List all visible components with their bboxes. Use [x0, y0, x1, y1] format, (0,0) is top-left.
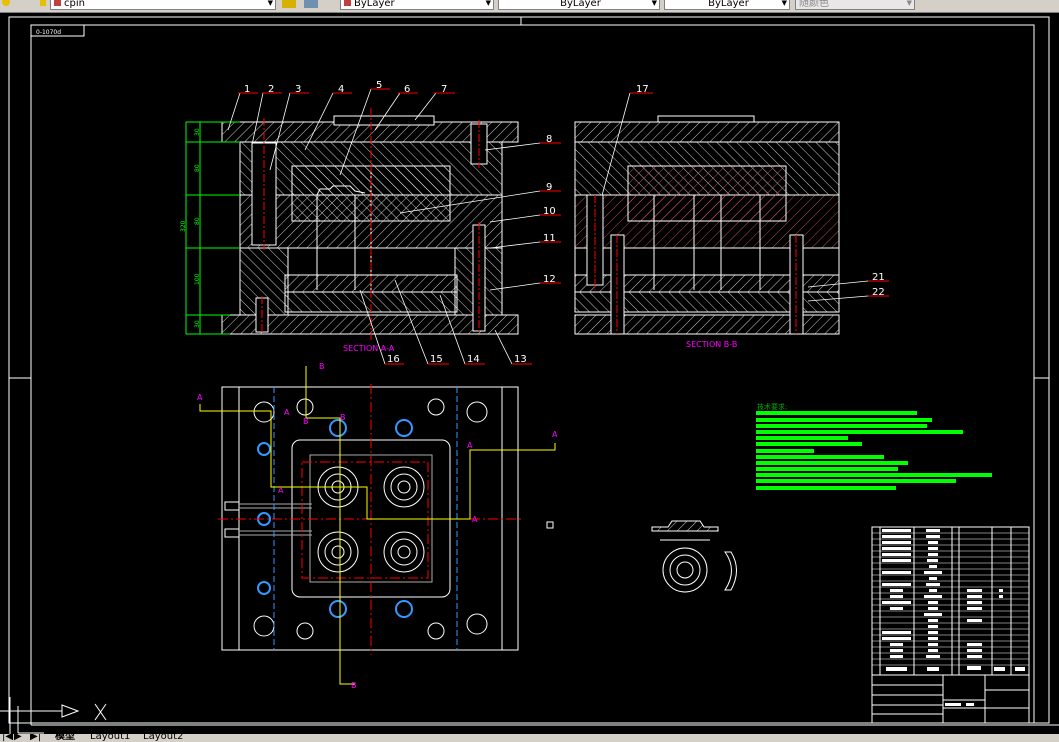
part-number: 2 — [268, 84, 274, 95]
svg-text:30: 30 — [194, 320, 201, 328]
section-a-a-view — [221, 115, 519, 335]
svg-text:B: B — [340, 413, 346, 422]
tech-requirements-title: 技术要求: — [757, 402, 787, 411]
svg-text:A: A — [197, 393, 203, 402]
part-number: 14 — [467, 354, 480, 365]
svg-text:A: A — [467, 441, 473, 450]
frame-label: 0-1070d — [36, 29, 61, 36]
ucs-icon — [0, 697, 1059, 734]
svg-text:B: B — [319, 362, 325, 371]
inner-frame — [30, 24, 1035, 724]
drawing-canvas[interactable]: 0-1070d 30 80 80 100 30 320 1 2 3 4 5 6 … — [0, 0, 1059, 734]
tab-layout2[interactable]: Layout2 — [143, 734, 183, 742]
svg-text:80: 80 — [194, 164, 201, 172]
svg-text:A: A — [278, 486, 284, 495]
tab-nav-next[interactable]: ▶ — [14, 734, 22, 742]
svg-text:320: 320 — [180, 220, 187, 232]
svg-text:30: 30 — [194, 128, 201, 136]
part-number: 9 — [546, 182, 552, 193]
title-block — [871, 526, 1030, 724]
part-number: 17 — [636, 84, 649, 95]
part-number: 10 — [543, 206, 556, 217]
part-number: 12 — [543, 274, 556, 285]
part-number: 13 — [514, 354, 527, 365]
part-number: 4 — [338, 84, 344, 95]
part-number: 7 — [441, 84, 447, 95]
svg-text:A: A — [284, 408, 290, 417]
part-number: 8 — [546, 134, 552, 145]
svg-text:A: A — [472, 515, 478, 524]
dimension-labels: 30 80 80 100 30 320 — [180, 128, 201, 328]
svg-text:B: B — [303, 417, 309, 426]
part-number: 11 — [543, 233, 556, 244]
part-number: 16 — [387, 354, 400, 365]
svg-text:B: B — [351, 681, 357, 690]
part-number: 22 — [872, 287, 885, 298]
section-a-a-label: SECTION A-A — [343, 344, 395, 353]
svg-text:80: 80 — [194, 217, 201, 225]
tab-layout1[interactable]: Layout1 — [90, 734, 130, 742]
section-b-b-label: SECTION B-B — [686, 340, 737, 349]
tab-nav-last[interactable]: ▶| — [30, 734, 41, 742]
part-number: 3 — [295, 84, 301, 95]
part-number: 21 — [872, 272, 885, 283]
layout-tabs: |◀ ▶ ▶| 模型 Layout1 Layout2 — [0, 734, 1059, 742]
tab-nav-first[interactable]: |◀ — [2, 734, 13, 742]
part-number: 1 — [244, 84, 250, 95]
part-number: 6 — [404, 84, 410, 95]
tab-model[interactable]: 模型 — [55, 734, 75, 742]
part-detail-view — [651, 520, 737, 593]
part-number: 15 — [430, 354, 443, 365]
marker-square — [546, 521, 554, 529]
svg-text:A: A — [552, 430, 558, 439]
bom-text-blocks — [882, 529, 1025, 706]
height-dimensions — [185, 121, 240, 335]
section-b-b-view — [574, 115, 840, 335]
svg-text:100: 100 — [194, 273, 201, 285]
tech-requirements-text — [756, 411, 992, 490]
part-number: 5 — [376, 80, 382, 91]
